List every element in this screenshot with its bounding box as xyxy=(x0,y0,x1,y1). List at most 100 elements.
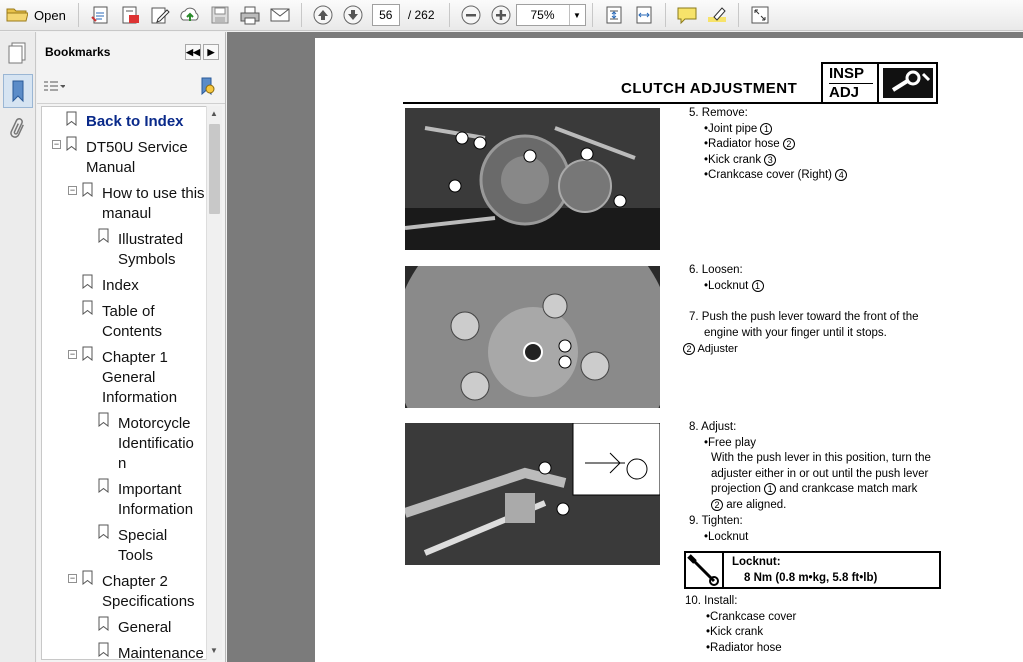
open-button[interactable]: Open xyxy=(0,2,72,28)
badge-top: INSP xyxy=(829,65,865,82)
bookmark-chapter-1-line2[interactable]: General xyxy=(102,368,155,388)
fullscreen-icon[interactable] xyxy=(748,3,772,27)
collapse-panel-icon[interactable]: ◀◀ xyxy=(185,44,201,60)
panel-options-icon[interactable]: ▶ xyxy=(203,44,219,60)
collapse-toggle[interactable]: − xyxy=(68,574,77,583)
bookmark-illustrated-symbols-line2[interactable]: Symbols xyxy=(118,250,176,270)
zoom-select[interactable]: 75% ▼ xyxy=(515,4,586,26)
previous-page-icon[interactable] xyxy=(311,3,335,27)
scroll-down-icon[interactable]: ▼ xyxy=(210,646,218,655)
page-title: CLUTCH ADJUSTMENT xyxy=(621,80,798,97)
document-view[interactable]: CLUTCH ADJUSTMENT INSP ADJ 5. Remove: •J… xyxy=(227,32,1023,662)
step6-item: •Locknut 1 xyxy=(704,279,764,295)
step5-item-1: •Joint pipe 1 xyxy=(704,122,773,138)
fit-page-icon[interactable] xyxy=(602,3,626,27)
expand-bookmark-icon[interactable] xyxy=(199,77,215,98)
bookmark-special-tools[interactable]: Special xyxy=(118,526,167,546)
highlight-icon[interactable] xyxy=(705,3,729,27)
bookmark-service-manual-line2[interactable]: Manual xyxy=(86,158,135,178)
bookmark-how-to-use-line2[interactable]: manaul xyxy=(102,204,151,224)
step8-line1: With the push lever in this position, tu… xyxy=(711,452,931,464)
badge-bottom: ADJ xyxy=(829,83,873,101)
bookmark-index[interactable]: Index xyxy=(102,276,139,296)
clutch-photo-2 xyxy=(405,266,660,408)
bookmark-maintenance[interactable]: Maintenance xyxy=(118,644,204,659)
bookmark-icon xyxy=(82,274,93,289)
torque-wrench-icon xyxy=(686,553,724,587)
bookmark-motorcycle-identification-line2[interactable]: Identificatio xyxy=(118,434,194,454)
bookmark-chapter-1[interactable]: Chapter 1 xyxy=(102,348,168,368)
bookmark-special-tools-line2[interactable]: Tools xyxy=(118,546,153,566)
email-icon[interactable] xyxy=(268,3,292,27)
bookmark-icon xyxy=(66,136,77,151)
zoom-in-icon[interactable] xyxy=(489,3,513,27)
step8-item: •Free play xyxy=(704,437,756,449)
bookmark-chapter-2[interactable]: Chapter 2 xyxy=(102,572,168,592)
chevron-down-icon[interactable]: ▼ xyxy=(568,5,585,25)
bookmark-chapter-2-line2[interactable]: Specifications xyxy=(102,592,195,612)
bookmark-icon xyxy=(98,228,109,243)
bookmarks-title: Bookmarks xyxy=(45,45,111,59)
collapse-toggle[interactable]: − xyxy=(52,140,61,149)
bookmark-table-of-contents-line2[interactable]: Contents xyxy=(102,322,162,342)
export-pdf-icon[interactable] xyxy=(118,3,142,27)
bookmark-motorcycle-identification-line3[interactable]: n xyxy=(118,454,126,474)
bookmark-tree: Back to Index − DT50U Service Manual − H… xyxy=(41,106,208,660)
step8-line2: adjuster either in or out until the push… xyxy=(711,468,929,480)
bookmark-icon xyxy=(98,642,109,657)
spec-value: 8 Nm (0.8 m•kg, 5.8 ft•lb) xyxy=(744,572,878,584)
bookmark-chapter-1-line3[interactable]: Information xyxy=(102,388,177,408)
scroll-up-icon[interactable]: ▲ xyxy=(210,109,218,118)
bookmarks-icon[interactable] xyxy=(3,74,33,108)
options-menu-icon[interactable] xyxy=(43,80,66,95)
upload-icon[interactable] xyxy=(178,3,202,27)
bookmark-illustrated-symbols[interactable]: Illustrated xyxy=(118,230,183,250)
step7-line1: 7. Push the push lever toward the front … xyxy=(689,311,919,323)
bookmark-icon xyxy=(82,346,93,361)
step7-line2: engine with your finger until it stops. xyxy=(704,327,887,339)
create-pdf-icon[interactable] xyxy=(88,3,112,27)
step5-head: 5. Remove: xyxy=(689,107,748,119)
bookmark-important-information-line2[interactable]: Information xyxy=(118,500,193,520)
bookmark-service-manual[interactable]: DT50U Service xyxy=(86,138,188,158)
separator xyxy=(664,3,666,27)
scrollbar-thumb[interactable] xyxy=(209,124,220,214)
bookmark-table-of-contents[interactable]: Table of xyxy=(102,302,155,322)
bookmark-important-information[interactable]: Important xyxy=(118,480,181,500)
print-icon[interactable] xyxy=(238,3,262,27)
bookmark-how-to-use[interactable]: How to use this xyxy=(102,184,205,204)
bookmark-icon xyxy=(98,616,109,631)
step5-item-4: •Crankcase cover (Right) 4 xyxy=(704,168,848,184)
collapse-toggle[interactable]: − xyxy=(68,186,77,195)
separator xyxy=(591,3,593,27)
bookmark-back-to-index[interactable]: Back to Index xyxy=(86,112,184,132)
next-page-icon[interactable] xyxy=(341,3,365,27)
page-number-input[interactable]: 56 xyxy=(371,4,400,26)
bookmark-icon xyxy=(98,524,109,539)
open-label: Open xyxy=(34,7,66,23)
bookmark-motorcycle-identification[interactable]: Motorcycle xyxy=(118,414,191,434)
bookmark-icon xyxy=(66,111,77,126)
save-icon[interactable] xyxy=(208,3,232,27)
zoom-value: 75% xyxy=(530,8,555,22)
fit-width-icon[interactable] xyxy=(632,3,656,27)
bookmark-icon xyxy=(98,478,109,493)
page-thumbnails-icon[interactable] xyxy=(3,36,33,70)
page-total: / 262 xyxy=(407,8,435,22)
edit-icon[interactable] xyxy=(148,3,172,27)
comment-icon[interactable] xyxy=(675,3,699,27)
torque-spec-box: Locknut: 8 Nm (0.8 m•kg, 5.8 ft•lb) xyxy=(684,551,941,589)
step8-head: 8. Adjust: xyxy=(689,421,737,433)
separator xyxy=(737,3,739,27)
separator xyxy=(77,3,79,27)
zoom-out-icon[interactable] xyxy=(459,3,483,27)
separator xyxy=(300,3,302,27)
collapse-toggle[interactable]: − xyxy=(68,350,77,359)
attachments-icon[interactable] xyxy=(3,112,33,146)
bookmark-icon xyxy=(82,182,93,197)
bookmarks-scrollbar[interactable]: ▲ ▼ xyxy=(206,106,222,660)
bookmark-icon xyxy=(82,570,93,585)
step10-head: 10. Install: xyxy=(685,595,738,607)
bookmark-general[interactable]: General xyxy=(118,618,171,638)
bookmarks-header: Bookmarks ◀◀ ▶ xyxy=(37,32,225,72)
